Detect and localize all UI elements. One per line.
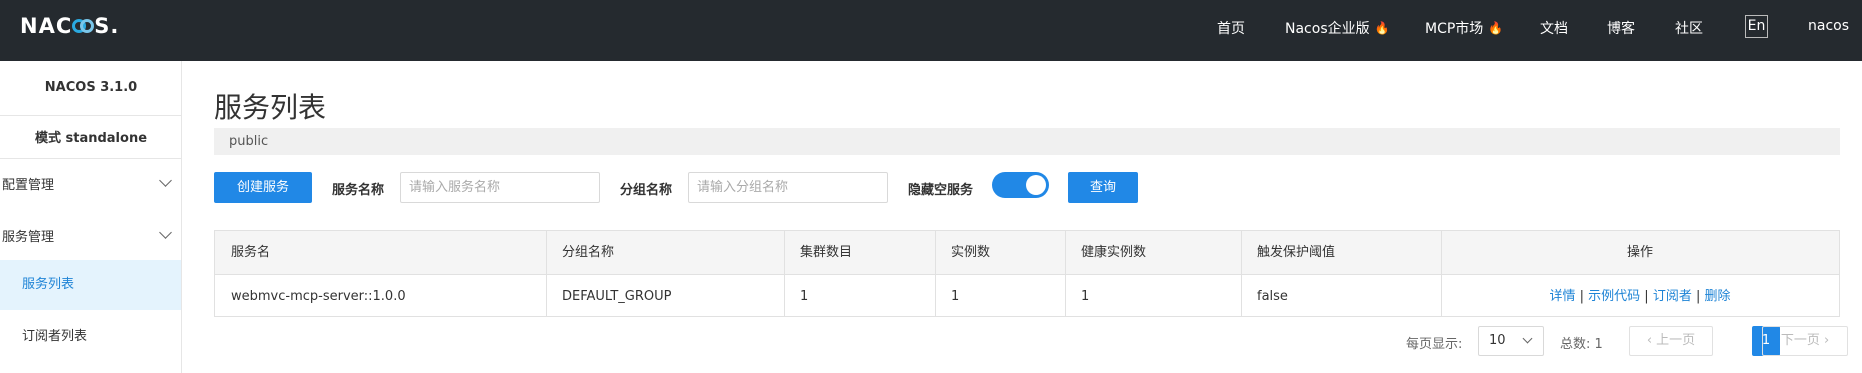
- page-size-label: 每页显示:: [1406, 337, 1463, 352]
- action-separator: |: [1644, 289, 1649, 304]
- column-header-clusters: 集群数目: [800, 245, 853, 260]
- sidebar-group-service[interactable]: 服务管理: [2, 226, 180, 245]
- nacos-logo[interactable]: NAC S.: [20, 14, 119, 38]
- group-name-input[interactable]: 请输入分组名称: [688, 172, 888, 203]
- top-navbar: NAC S. 首页 Nacos企业版 🔥 MCP市场 🔥 文档 博客 社区 En …: [0, 0, 1862, 61]
- sidebar-item-label: 订阅者列表: [22, 329, 88, 344]
- group-name-placeholder: 请输入分组名称: [697, 180, 789, 195]
- logo-text-left: NAC: [20, 14, 73, 38]
- nav-docs[interactable]: 文档: [1540, 18, 1568, 38]
- service-name-input[interactable]: 请输入服务名称: [400, 172, 600, 203]
- services-table: 服务名 分组名称 集群数目 实例数 健康实例数 触发保护阈值 操作 webmvc…: [214, 230, 1840, 317]
- sidebar-item-subscriber-list[interactable]: 订阅者列表: [0, 312, 181, 362]
- column-header-actions: 操作: [1626, 245, 1653, 260]
- cell-clusters: 1: [800, 289, 809, 304]
- chevron-right-icon: ›: [1819, 333, 1830, 348]
- prev-page-button[interactable]: ‹ 上一页: [1629, 326, 1713, 356]
- nav-community[interactable]: 社区: [1675, 18, 1703, 38]
- next-page-label: 下一页: [1780, 333, 1820, 348]
- chevron-left-icon: ‹: [1646, 333, 1653, 348]
- logo-text-right: S: [94, 14, 111, 38]
- nav-blog[interactable]: 博客: [1607, 18, 1635, 38]
- cell-actions: 详情 | 示例代码 | 订阅者 | 删除: [1441, 275, 1839, 318]
- cell-instances: 1: [951, 289, 960, 304]
- cell-healthy-instances: 1: [1081, 289, 1090, 304]
- username: nacos: [1808, 18, 1850, 34]
- service-name-placeholder: 请输入服务名称: [409, 180, 501, 195]
- nav-enterprise[interactable]: Nacos企业版 🔥: [1285, 18, 1390, 38]
- sidebar-divider: [0, 158, 182, 159]
- nav-mcp-market[interactable]: MCP市场 🔥: [1425, 18, 1503, 38]
- cell-group-name: DEFAULT_GROUP: [562, 289, 672, 304]
- group-name-label: 分组名称: [620, 183, 673, 198]
- column-header-group: 分组名称: [562, 245, 615, 260]
- sample-code-link[interactable]: 示例代码: [1588, 289, 1640, 304]
- action-separator: |: [1695, 289, 1701, 304]
- sidebar-group-config-label: 配置管理: [2, 178, 55, 193]
- toggle-knob: [1026, 175, 1046, 195]
- nav-enterprise-label: Nacos企业版: [1285, 21, 1370, 37]
- nav-blog-label: 博客: [1607, 21, 1635, 37]
- nav-mcp-market-label: MCP市场: [1425, 21, 1484, 37]
- logo-dot: .: [110, 14, 120, 38]
- namespace-bar: public: [214, 128, 1840, 155]
- details-link[interactable]: 详情: [1549, 289, 1575, 304]
- prev-page-label: 上一页: [1656, 333, 1696, 348]
- user-menu[interactable]: nacos: [1808, 18, 1849, 34]
- cell-threshold: false: [1257, 289, 1288, 304]
- cell-service-name: webmvc-mcp-server::1.0.0: [231, 289, 406, 304]
- hide-empty-services-label: 隐藏空服务: [908, 183, 974, 198]
- total-count: 总数: 1: [1560, 337, 1603, 352]
- language-toggle-button[interactable]: En: [1745, 15, 1768, 38]
- delete-link[interactable]: 删除: [1705, 289, 1731, 304]
- chevron-down-icon: [159, 174, 172, 187]
- nav-docs-label: 文档: [1540, 21, 1568, 37]
- sidebar-divider: [0, 115, 182, 116]
- nav-community-label: 社区: [1675, 21, 1703, 37]
- namespace-name[interactable]: public: [229, 134, 268, 149]
- sidebar: NACOS 3.1.0 模式 standalone 配置管理 服务管理 服务列表…: [0, 61, 182, 373]
- action-separator: |: [1579, 289, 1584, 304]
- page-size-value: 10: [1489, 333, 1506, 348]
- column-header-threshold: 触发保护阈值: [1257, 245, 1336, 260]
- sidebar-item-label: 服务列表: [22, 277, 75, 292]
- sidebar-group-config[interactable]: 配置管理: [2, 174, 180, 193]
- sidebar-version: NACOS 3.1.0: [44, 80, 138, 95]
- page-size-select[interactable]: 10: [1478, 326, 1544, 356]
- fire-icon: 🔥: [1374, 21, 1390, 35]
- chevron-down-icon: [159, 226, 172, 239]
- subscribers-link[interactable]: 订阅者: [1653, 289, 1692, 304]
- page-title: 服务列表: [214, 91, 327, 124]
- column-header-healthy: 健康实例数: [1081, 245, 1147, 260]
- sidebar-item-service-list[interactable]: 服务列表: [0, 260, 181, 310]
- next-page-button[interactable]: 下一页 ›: [1762, 326, 1848, 356]
- nav-home[interactable]: 首页: [1217, 18, 1245, 38]
- service-name-label: 服务名称: [332, 183, 385, 198]
- sidebar-mode: 模式 standalone: [34, 131, 148, 146]
- nav-home-label: 首页: [1217, 21, 1245, 37]
- fire-icon: 🔥: [1488, 21, 1504, 35]
- sidebar-group-service-label: 服务管理: [2, 230, 55, 245]
- chevron-down-icon: [1522, 333, 1533, 344]
- hide-empty-services-toggle[interactable]: [992, 172, 1049, 198]
- column-header-instances: 实例数: [951, 245, 991, 260]
- create-service-button[interactable]: 创建服务: [214, 172, 312, 203]
- column-header-service: 服务名: [231, 245, 271, 260]
- logo-rings-icon: [72, 17, 95, 35]
- query-button[interactable]: 查询: [1068, 172, 1138, 203]
